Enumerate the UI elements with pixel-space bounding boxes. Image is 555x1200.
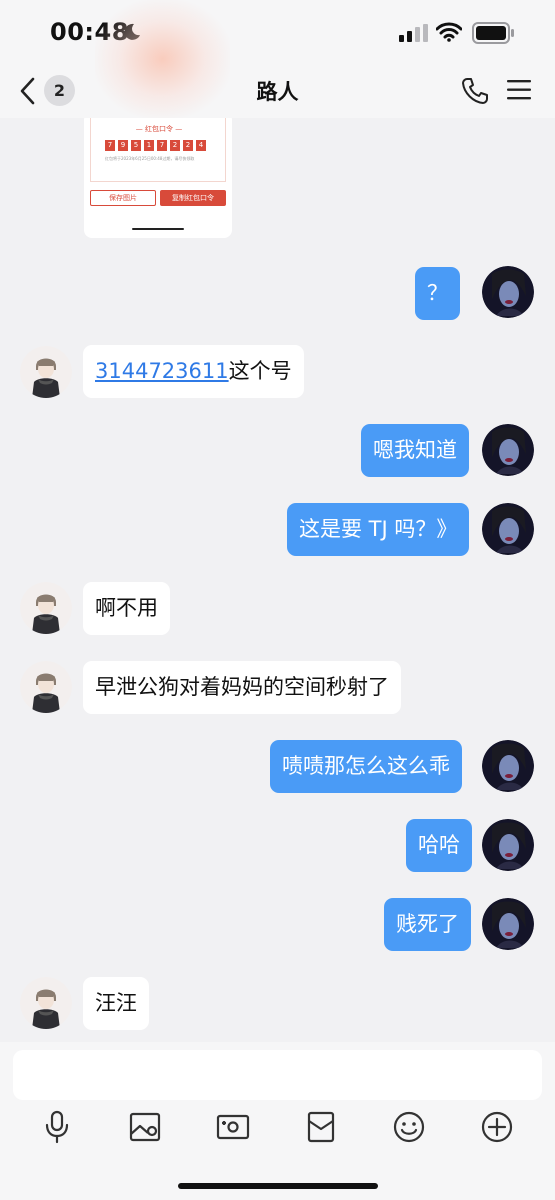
- my-message-bubble[interactable]: 哈哈: [406, 819, 472, 872]
- red-packet-digit: 2: [183, 140, 193, 151]
- contact-message-bubble[interactable]: 啊不用: [83, 582, 170, 635]
- red-packet-digits: 7 9 5 1 7 2 2 4: [105, 140, 206, 151]
- contact-message-bubble[interactable]: 早泄公狗对着妈妈的空间秒射了: [83, 661, 401, 714]
- moon-icon: [124, 23, 140, 40]
- my-avatar[interactable]: [482, 819, 534, 871]
- red-packet-icon[interactable]: [304, 1110, 338, 1144]
- my-avatar[interactable]: [482, 503, 534, 555]
- image-icon[interactable]: [128, 1110, 162, 1144]
- red-packet-title: — 红包口令 —: [135, 125, 183, 133]
- red-packet-digit: 7: [105, 140, 115, 151]
- qq-number-link[interactable]: 3144723611: [95, 359, 229, 383]
- my-avatar[interactable]: [482, 898, 534, 950]
- message-text: 这个号: [228, 359, 292, 383]
- chat-header: 2 路人: [0, 66, 555, 118]
- battery-icon: [472, 22, 514, 44]
- my-message-bubble[interactable]: ？: [415, 267, 460, 320]
- my-avatar[interactable]: [482, 266, 534, 318]
- home-indicator: [178, 1183, 378, 1189]
- status-time: 00:48: [50, 18, 129, 46]
- red-packet-digit: 4: [196, 140, 206, 151]
- home-bar-thumbnail: [132, 228, 184, 230]
- status-bar: 00:48: [0, 0, 555, 66]
- my-message-bubble[interactable]: 这是要 TJ 吗？》: [287, 503, 470, 556]
- my-avatar[interactable]: [482, 740, 534, 792]
- message-input[interactable]: [13, 1050, 542, 1100]
- chat-message-list[interactable]: — 红包口令 — 7 9 5 1 7 2 2 4 红包将于2023年6月25日0…: [0, 118, 555, 1042]
- contact-avatar[interactable]: [20, 977, 72, 1029]
- my-message-bubble[interactable]: 嗯我知道: [361, 424, 469, 477]
- red-packet-digit: 9: [118, 140, 128, 151]
- red-packet-digit: 7: [157, 140, 167, 151]
- input-area: [0, 1042, 555, 1200]
- copy-code-button[interactable]: 复制红包口令: [160, 190, 226, 206]
- contact-avatar[interactable]: [20, 346, 72, 398]
- microphone-icon[interactable]: [40, 1110, 74, 1144]
- red-packet-digit: 1: [144, 140, 154, 151]
- red-packet-preview-card[interactable]: — 红包口令 — 7 9 5 1 7 2 2 4 红包将于2023年6月25日0…: [84, 118, 232, 238]
- red-packet-code-panel: — 红包口令 — 7 9 5 1 7 2 2 4 红包将于2023年6月25日0…: [90, 118, 226, 182]
- my-message-bubble[interactable]: 贱死了: [384, 898, 471, 951]
- my-message-bubble[interactable]: 啧啧那怎么这么乖: [270, 740, 462, 793]
- save-image-button[interactable]: 保存图片: [90, 190, 156, 206]
- red-packet-digit: 2: [170, 140, 180, 151]
- wifi-icon: [436, 22, 462, 42]
- contact-avatar[interactable]: [20, 661, 72, 713]
- hamburger-menu-icon[interactable]: [506, 78, 532, 102]
- contact-message-bubble[interactable]: 汪汪: [83, 977, 149, 1030]
- camera-icon[interactable]: [216, 1110, 250, 1144]
- contact-message-bubble[interactable]: 3144723611这个号: [83, 345, 304, 398]
- signal-icon: [399, 24, 428, 42]
- red-packet-note: 红包将于2023年6月25日00:48过期，请尽快领取: [105, 156, 195, 161]
- phone-icon[interactable]: [460, 76, 490, 106]
- red-packet-digit: 5: [131, 140, 141, 151]
- emoji-icon[interactable]: [392, 1110, 426, 1144]
- plus-circle-icon[interactable]: [480, 1110, 514, 1144]
- contact-avatar[interactable]: [20, 582, 72, 634]
- my-avatar[interactable]: [482, 424, 534, 476]
